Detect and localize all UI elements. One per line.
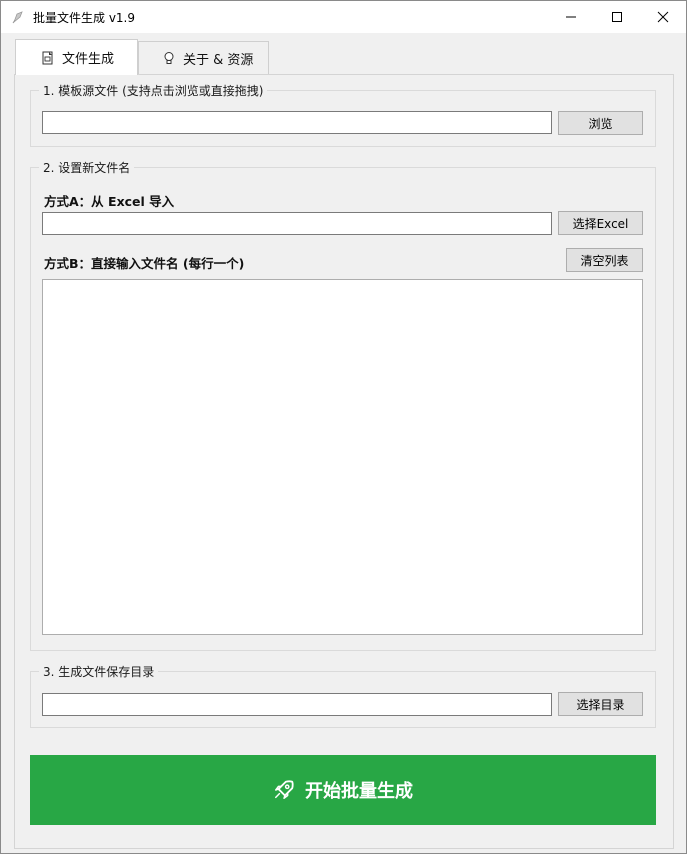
clear-list-button[interactable]: 清空列表 bbox=[566, 248, 643, 272]
document-icon bbox=[42, 51, 53, 64]
tab-label: 关于 & 资源 bbox=[183, 52, 254, 68]
maximize-icon bbox=[612, 12, 622, 22]
method-b-label: 方式B：直接输入文件名 (每行一个) bbox=[44, 256, 245, 271]
select-excel-button[interactable]: 选择Excel bbox=[558, 211, 643, 235]
tab-label: 文件生成 bbox=[62, 52, 115, 67]
title-bar[interactable]: 批量文件生成 v1.9 bbox=[1, 1, 686, 33]
output-dir-input[interactable] bbox=[42, 693, 552, 716]
rocket-icon bbox=[275, 780, 294, 799]
window-title: 批量文件生成 v1.9 bbox=[33, 11, 136, 25]
minimize-button[interactable] bbox=[548, 1, 594, 33]
section-title: 1. 模板源文件 (支持点击浏览或直接拖拽) bbox=[39, 82, 268, 99]
browse-button[interactable]: 浏览 bbox=[558, 111, 643, 135]
method-a-label: 方式A：从 Excel 导入 bbox=[44, 194, 175, 209]
template-file-input[interactable] bbox=[42, 111, 552, 134]
app-window: 批量文件生成 v1.9 文件生成 关于 & 资源 1. 模板源文件 (支持点击浏… bbox=[0, 0, 687, 854]
close-button[interactable] bbox=[640, 1, 686, 33]
close-icon bbox=[657, 11, 669, 23]
tab-about-resources[interactable]: 关于 & 资源 bbox=[138, 41, 269, 74]
lightbulb-icon bbox=[164, 52, 174, 64]
excel-file-input[interactable] bbox=[42, 212, 552, 235]
select-directory-button[interactable]: 选择目录 bbox=[558, 692, 643, 716]
tab-file-generate[interactable]: 文件生成 bbox=[15, 39, 138, 75]
app-icon bbox=[12, 11, 23, 24]
start-batch-button[interactable]: 开始批量生成 bbox=[30, 755, 656, 825]
start-button-label: 开始批量生成 bbox=[305, 781, 413, 802]
minimize-icon bbox=[566, 16, 576, 18]
section-title: 2. 设置新文件名 bbox=[39, 159, 135, 176]
section-title: 3. 生成文件保存目录 bbox=[39, 663, 159, 680]
filenames-textarea[interactable] bbox=[42, 279, 643, 635]
maximize-button[interactable] bbox=[594, 1, 640, 33]
